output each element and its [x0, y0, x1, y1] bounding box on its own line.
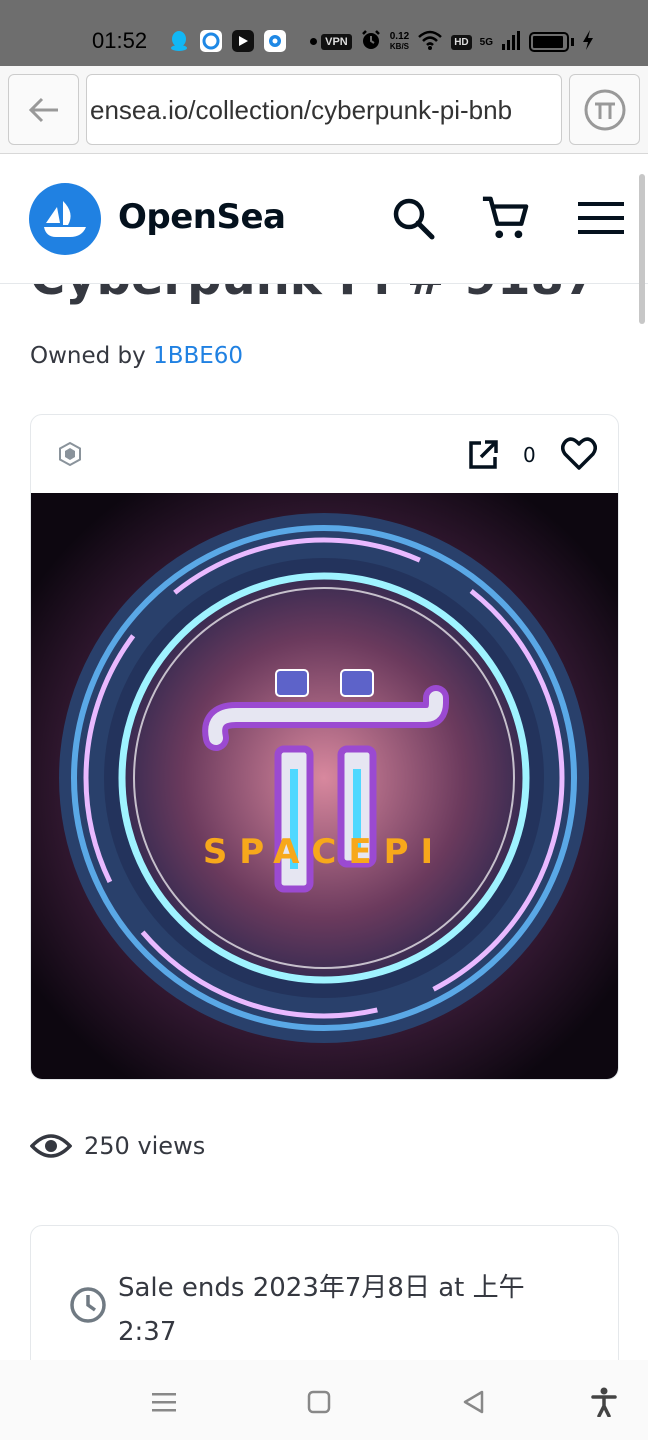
triangle-back-icon [463, 1390, 484, 1414]
site-header: OpenSea [0, 154, 648, 284]
cart-button[interactable] [481, 194, 529, 242]
back-arrow-icon [28, 97, 58, 122]
menu-button[interactable] [578, 194, 624, 242]
status-indicators: VPN 0.12 KB/S HD 5G [321, 29, 594, 55]
pi-eye-left [275, 669, 309, 697]
battery-tip [571, 38, 574, 46]
brand-name[interactable]: OpenSea [118, 197, 286, 237]
page-scrollbar[interactable] [639, 174, 645, 324]
media-card-header: 0 [31, 415, 618, 493]
accessibility-icon [591, 1387, 617, 1417]
open-external-icon [469, 440, 498, 469]
hd-badge: HD [451, 34, 472, 50]
heart-icon [561, 437, 597, 470]
search-icon [393, 198, 435, 240]
player-app-icon [232, 30, 254, 52]
inner-disc [124, 578, 524, 978]
cart-icon [482, 196, 529, 239]
signal-icon [501, 30, 521, 54]
speed-value: 0.12 [389, 31, 410, 42]
views-row: 250 views [30, 1132, 205, 1160]
status-bar: 01:52 VPN 0.12 KB/S HD 5G [0, 0, 648, 66]
network-type: 5G [479, 36, 493, 48]
search-button[interactable] [389, 194, 437, 242]
eye-icon [30, 1134, 72, 1158]
open-external-button[interactable] [467, 439, 499, 475]
pi-network-icon [584, 89, 625, 130]
system-back-button[interactable] [456, 1384, 492, 1420]
notification-dot-icon [310, 37, 317, 45]
opensea-logo-icon[interactable] [29, 183, 101, 255]
speed-unit: KB/S [389, 42, 410, 51]
menu-icon [578, 202, 624, 234]
owned-by-label: Owned by [30, 343, 146, 369]
address-bar[interactable]: ensea.io/collection/cyberpunk-pi-bnb [86, 74, 562, 145]
battery-icon [529, 32, 569, 52]
message-app-icon [264, 30, 286, 52]
recents-icon [152, 1393, 176, 1412]
owner-link[interactable]: 1BBE60 [153, 343, 243, 369]
favorite-count: 0 [523, 443, 536, 467]
owned-by-row: Owned by 1BBE60 [30, 343, 243, 369]
status-app-icons [168, 30, 317, 52]
media-card: 0 SPACEPI [30, 414, 619, 1080]
qq-icon [168, 30, 190, 52]
views-count: 250 views [84, 1132, 206, 1160]
artwork-caption: SPACEPI [203, 832, 445, 872]
home-icon [307, 1390, 331, 1414]
back-button[interactable] [8, 74, 79, 145]
pi-browser-button[interactable] [569, 74, 640, 145]
vpn-badge: VPN [321, 34, 352, 50]
pi-eye-right [340, 669, 374, 697]
home-button[interactable] [301, 1384, 337, 1420]
browser-toolbar: ensea.io/collection/cyberpunk-pi-bnb [0, 66, 648, 154]
favorite-button[interactable] [561, 437, 597, 475]
system-nav-bar [0, 1360, 648, 1440]
recents-button[interactable] [146, 1384, 182, 1420]
wifi-icon [417, 29, 443, 55]
accessibility-button[interactable] [586, 1384, 622, 1420]
url-text: ensea.io/collection/cyberpunk-pi-bnb [90, 95, 513, 125]
charging-icon [582, 29, 594, 55]
clock-icon [69, 1286, 107, 1328]
status-time: 01:52 [92, 28, 148, 53]
sale-end-text: Sale ends 2023年7月8日 at 上午 2:37 [118, 1273, 525, 1347]
network-speed: 0.12 KB/S [390, 32, 409, 52]
chain-icon[interactable] [57, 441, 83, 471]
nft-artwork[interactable]: SPACEPI [31, 493, 618, 1080]
alarm-icon [360, 29, 382, 55]
browser-app-icon [200, 30, 222, 52]
